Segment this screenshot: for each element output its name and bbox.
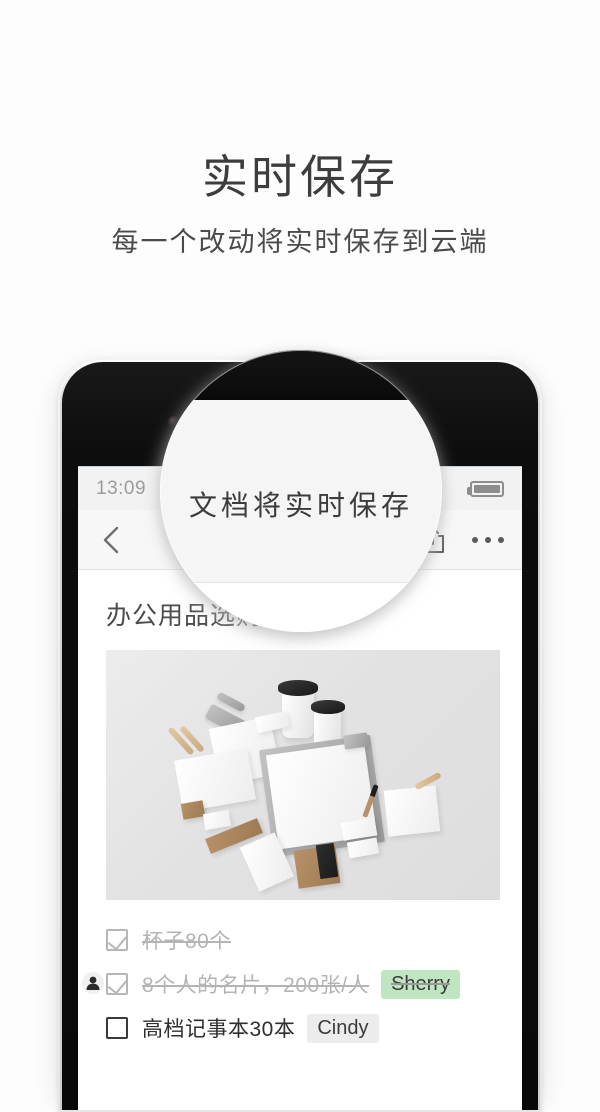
list-item[interactable]: 高档记事本30本 Cindy — [106, 1006, 522, 1050]
checkbox-checked-icon[interactable] — [106, 929, 128, 951]
assignee-tag[interactable]: Cindy — [307, 1013, 379, 1043]
checkbox-unchecked-icon[interactable] — [106, 1017, 128, 1039]
magnifier-lens: 文档将实时保存 — [160, 350, 442, 632]
checkbox-checked-icon[interactable] — [106, 973, 128, 995]
more-menu-button[interactable] — [472, 536, 504, 543]
magnifier-label: 文档将实时保存 — [188, 490, 413, 521]
document-photo — [106, 650, 500, 900]
more-dots-icon — [472, 536, 478, 543]
checklist: 杯子80个 8个人的名片，200张/人 Sherry 高档记事本30本 Cind… — [78, 900, 522, 1050]
list-item-label: 8个人的名片，200张/人 — [142, 974, 370, 997]
page-title: 实时保存 — [202, 151, 398, 203]
more-dots-icon — [498, 536, 504, 543]
list-item-label: 杯子80个 — [142, 930, 231, 953]
list-item[interactable]: 8个人的名片，200张/人 Sherry — [82, 962, 522, 1006]
status-time: 13:09 — [96, 477, 147, 499]
status-bar-right — [467, 480, 504, 497]
battery-full-icon — [467, 480, 504, 497]
list-item-label: 高档记事本30本 — [142, 1018, 296, 1041]
more-dots-icon — [485, 536, 491, 543]
battery-fill — [474, 484, 500, 493]
chevron-left-icon — [101, 525, 121, 555]
page-subtitle: 每一个改动将实时保存到云端 — [111, 227, 489, 257]
assignee-tag[interactable]: Sherry — [381, 969, 460, 999]
user-avatar-icon — [86, 976, 100, 990]
magnifier-bezel-area — [160, 350, 442, 400]
list-item[interactable]: 杯子80个 — [106, 918, 522, 962]
back-button[interactable] — [94, 523, 128, 557]
avatar — [82, 972, 104, 994]
magnifier-content-area — [160, 582, 442, 632]
promo-block: 实时保存 每一个改动将实时保存到云端 — [0, 0, 600, 260]
